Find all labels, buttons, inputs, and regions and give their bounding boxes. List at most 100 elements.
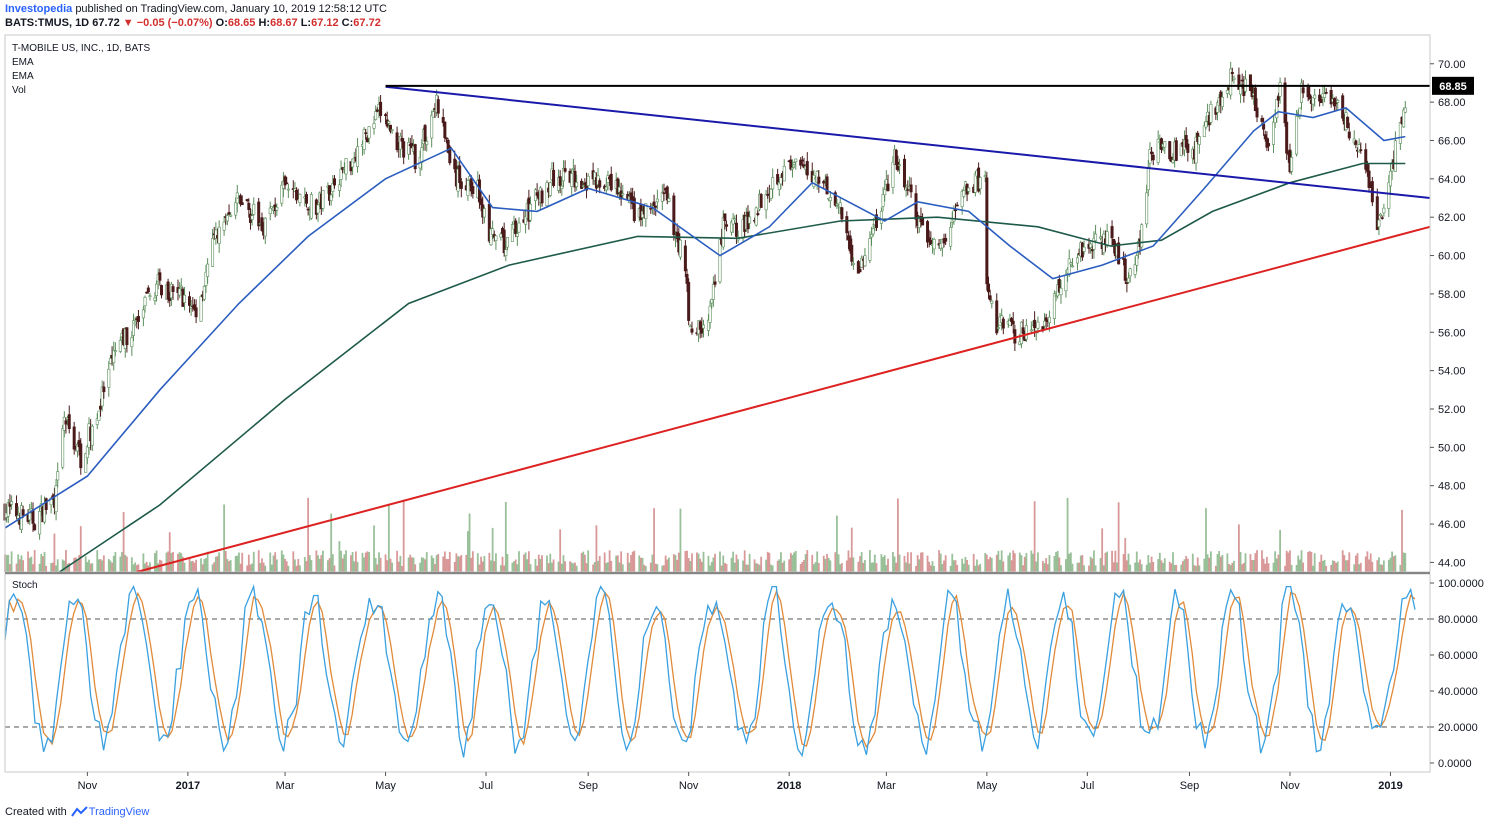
volume-bar xyxy=(22,560,25,572)
volume-bar xyxy=(1147,555,1150,572)
volume-bar xyxy=(1356,553,1359,572)
volume-bar xyxy=(10,551,13,572)
legend-ema-1[interactable]: EMA xyxy=(12,57,34,68)
volume-bar xyxy=(338,541,341,572)
volume-bar xyxy=(908,563,911,572)
candle-body xyxy=(840,207,844,220)
candle-body xyxy=(499,233,503,238)
volume-bar xyxy=(1078,562,1081,572)
volume-bar xyxy=(425,552,428,572)
candle-body xyxy=(298,194,302,203)
volume-bar xyxy=(949,565,952,572)
volume-bar xyxy=(1048,555,1051,572)
candle-body xyxy=(1094,233,1098,241)
tradingview-logo[interactable]: TradingView xyxy=(70,806,150,818)
candle-body xyxy=(1099,236,1103,239)
candle-body xyxy=(822,180,826,184)
volume-bar xyxy=(1186,558,1189,572)
volume-bar xyxy=(910,552,912,572)
candle-body xyxy=(725,224,729,227)
candle-body xyxy=(909,184,913,193)
volume-bar xyxy=(687,557,690,572)
volume-bar xyxy=(206,551,209,572)
volume-bar xyxy=(880,554,883,572)
candle-body xyxy=(99,405,103,410)
volume-bar xyxy=(781,562,784,572)
volume-bar xyxy=(154,553,156,572)
last-price-label: 68.85 xyxy=(1439,81,1467,93)
volume-bar xyxy=(114,552,117,572)
legend-title[interactable]: T-MOBILE US, INC., 1D, BATS xyxy=(12,43,150,54)
volume-bar xyxy=(1394,555,1397,572)
x-tick-label: 2019 xyxy=(1378,780,1402,792)
volume-bar xyxy=(1267,563,1270,572)
volume-bar xyxy=(1094,565,1097,572)
volume-bar xyxy=(735,554,738,572)
price-tick-label: 54.00 xyxy=(1438,366,1466,378)
stoch-tick-label: 60.0000 xyxy=(1438,650,1478,662)
candle-body xyxy=(504,249,508,256)
candle-body xyxy=(711,283,715,300)
volume-bar xyxy=(1368,559,1370,572)
volume-bar xyxy=(445,558,448,572)
volume-bar xyxy=(317,555,319,572)
candle-body xyxy=(252,203,256,215)
volume-bar xyxy=(1264,563,1267,572)
legend-ema-2[interactable]: EMA xyxy=(12,71,34,82)
price-tick-label: 68.00 xyxy=(1438,97,1466,109)
volume-bar xyxy=(1310,552,1313,572)
price-tick-label: 64.00 xyxy=(1438,174,1466,186)
candle-body xyxy=(710,298,714,304)
volume-bar xyxy=(1318,561,1321,572)
volume-bar xyxy=(516,564,519,572)
legend-vol[interactable]: Vol xyxy=(12,85,26,96)
volume-bar xyxy=(1079,555,1082,572)
volume-bar xyxy=(541,555,543,572)
volume-bar xyxy=(872,562,875,572)
candle-body xyxy=(1319,99,1323,104)
volume-bar xyxy=(1150,556,1153,572)
volume-bar xyxy=(98,559,100,572)
volume-bar xyxy=(1163,558,1166,572)
volume-bar xyxy=(783,560,786,572)
volume-bar xyxy=(1149,562,1151,572)
candle-body xyxy=(1301,87,1305,94)
volume-bar xyxy=(74,557,77,572)
volume-bar xyxy=(834,552,837,572)
candle-body xyxy=(570,173,574,187)
volume-bar xyxy=(213,562,216,572)
candle-body xyxy=(379,101,383,116)
volume-bar xyxy=(743,550,746,572)
candle-body xyxy=(863,255,867,267)
volume-bar xyxy=(1335,562,1337,572)
volume-bar xyxy=(27,551,29,572)
price-chart[interactable]: 70.00 68.00 66.00 64.00 62.00 60.00 58.00 56.00… xyxy=(0,0,1500,827)
tradingview-brand: TradingView xyxy=(88,806,150,818)
volume-bar xyxy=(270,564,273,572)
volume-bar xyxy=(1041,561,1044,572)
legend-stoch[interactable]: Stoch xyxy=(12,580,38,591)
volume-bar xyxy=(1404,553,1407,572)
candle-body xyxy=(10,501,14,505)
volume-bar xyxy=(1371,561,1374,572)
volume-bar xyxy=(1402,552,1405,572)
candle-body xyxy=(1380,217,1384,219)
volume-bar xyxy=(195,559,197,572)
volume-bar xyxy=(1180,564,1183,572)
volume-bar xyxy=(979,563,982,572)
candle-body xyxy=(683,245,687,272)
volume-bar xyxy=(91,563,94,572)
volume-bar xyxy=(679,508,682,572)
candle-body xyxy=(996,327,1000,329)
volume-bar xyxy=(737,559,739,572)
volume-bar xyxy=(607,562,609,572)
volume-bar xyxy=(149,562,151,572)
volume-bar xyxy=(1025,553,1028,572)
volume-bar xyxy=(1060,565,1062,572)
candle-body xyxy=(179,285,183,288)
volume-bar xyxy=(943,560,945,572)
candle-body xyxy=(1140,224,1144,248)
candle-body xyxy=(759,194,763,208)
volume-bar xyxy=(1300,550,1303,572)
volume-bar xyxy=(1391,551,1394,572)
